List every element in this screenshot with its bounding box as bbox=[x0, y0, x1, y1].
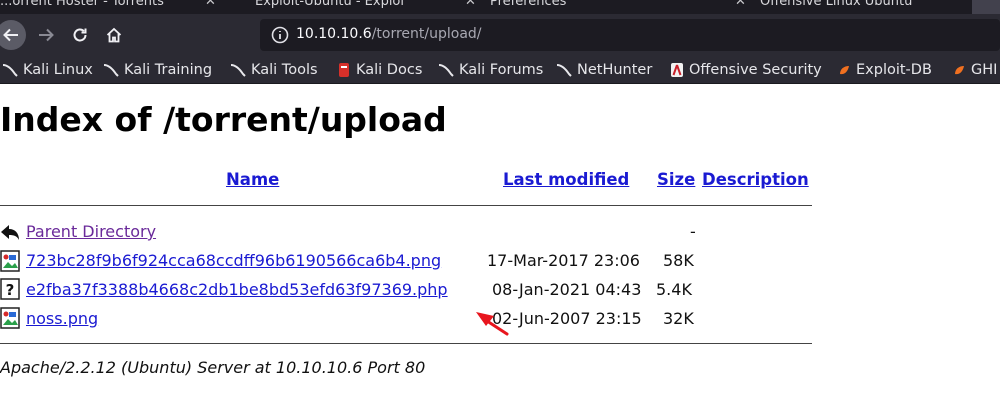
info-icon[interactable] bbox=[270, 25, 290, 45]
close-icon[interactable]: ✕ bbox=[735, 0, 746, 9]
back-arrow-icon bbox=[3, 28, 18, 42]
home-icon bbox=[106, 27, 122, 43]
bookmark-label: Kali Training bbox=[124, 62, 213, 78]
parent-directory-link[interactable]: Parent Directory bbox=[26, 222, 156, 241]
bookmark-kali-training[interactable]: Kali Training bbox=[103, 61, 212, 79]
navigation-toolbar: 10.10.10.6/torrent/upload/ bbox=[0, 14, 1000, 56]
forward-arrow-icon bbox=[39, 28, 54, 42]
tab-label: ...orrent Hoster - Torrents bbox=[0, 0, 164, 9]
bookmark-label: Kali Tools bbox=[251, 62, 318, 78]
address-bar[interactable]: 10.10.10.6/torrent/upload/ bbox=[260, 19, 1000, 51]
tab-label: Exploit-Ubuntu - Exploi bbox=[255, 0, 404, 9]
image-file-icon bbox=[0, 250, 20, 272]
kali-dragon-icon bbox=[103, 64, 119, 77]
bookmark-kali-tools[interactable]: Kali Tools bbox=[230, 61, 318, 79]
tab-3[interactable]: Preferences bbox=[490, 0, 720, 14]
bookmark-label: GHI bbox=[971, 62, 998, 78]
file-modified: 08-Jan-2021 04:43 bbox=[492, 280, 642, 299]
url-path: /torrent/upload/ bbox=[371, 26, 482, 42]
close-icon[interactable]: ✕ bbox=[205, 0, 216, 9]
file-size: 58K bbox=[663, 251, 694, 270]
tab-2[interactable]: Exploit-Ubuntu - Exploi bbox=[255, 0, 455, 14]
image-file-icon bbox=[0, 307, 20, 329]
tab-4[interactable]: Offensive Linux Ubuntu bbox=[760, 0, 960, 14]
bookmark-label: Kali Docs bbox=[356, 62, 423, 78]
file-modified: 17-Mar-2017 23:06 bbox=[487, 251, 640, 270]
file-modified: 02-Jun-2007 23:15 bbox=[492, 309, 642, 328]
svg-text:?: ? bbox=[6, 281, 15, 299]
reload-button[interactable] bbox=[66, 21, 94, 49]
file-link[interactable]: 723bc28f9b6f924cca68ccdff96b6190566ca6b4… bbox=[26, 251, 441, 270]
bookmarks-toolbar: Kali Linux Kali Training Kali Tools Kali… bbox=[0, 56, 1000, 84]
tab-1[interactable]: ...orrent Hoster - Torrents bbox=[0, 0, 190, 14]
back-button[interactable] bbox=[0, 20, 26, 50]
parent-size: - bbox=[690, 222, 696, 241]
home-button[interactable] bbox=[100, 21, 128, 49]
server-signature: Apache/2.2.12 (Ubuntu) Server at 10.10.1… bbox=[0, 358, 426, 377]
bookmark-label: Offensive Security bbox=[689, 62, 822, 78]
column-header-last-modified[interactable]: Last modified bbox=[503, 170, 629, 189]
bookmark-ghdb[interactable]: GHI bbox=[952, 61, 997, 79]
bookmark-label: Kali Linux bbox=[23, 62, 93, 78]
column-header-description[interactable]: Description bbox=[702, 170, 809, 189]
file-link[interactable]: e2fba37f3388b4668c2db1be8bd53efd63f97369… bbox=[26, 280, 448, 299]
file-size: 32K bbox=[663, 309, 694, 328]
footer-divider bbox=[0, 343, 812, 344]
file-link[interactable]: noss.png bbox=[26, 309, 98, 328]
kali-dragon-icon bbox=[556, 64, 572, 77]
kali-dragon-icon bbox=[2, 64, 18, 77]
unknown-file-icon: ? bbox=[0, 278, 20, 300]
bookmark-label: NetHunter bbox=[577, 62, 653, 78]
url-text[interactable]: 10.10.10.6/torrent/upload/ bbox=[296, 26, 482, 42]
close-icon[interactable]: ✕ bbox=[465, 0, 476, 9]
kali-dragon-icon bbox=[438, 64, 454, 77]
bookmark-kali-forums[interactable]: Kali Forums bbox=[438, 61, 543, 79]
kali-dragon-icon bbox=[230, 64, 246, 77]
tab-active-edge[interactable] bbox=[972, 0, 1000, 14]
back-arrow-icon bbox=[1, 225, 19, 240]
url-host: 10.10.10.6 bbox=[296, 26, 372, 42]
tab-label: Preferences bbox=[490, 0, 567, 9]
tab-strip: ...orrent Hoster - Torrents ✕ Exploit-Ub… bbox=[0, 0, 1000, 14]
column-header-size[interactable]: Size bbox=[657, 170, 695, 189]
forward-button[interactable] bbox=[32, 21, 60, 49]
tab-label: Offensive Linux Ubuntu bbox=[760, 0, 913, 9]
page-title: Index of /torrent/upload bbox=[0, 100, 447, 139]
bookmark-nethunter[interactable]: NetHunter bbox=[556, 61, 652, 79]
bookmark-offensive-security[interactable]: Offensive Security bbox=[670, 61, 822, 79]
reload-icon bbox=[73, 28, 87, 42]
exploit-db-icon bbox=[840, 66, 849, 75]
bookmark-label: Exploit-DB bbox=[856, 62, 932, 78]
column-header-name[interactable]: Name bbox=[226, 170, 279, 189]
header-divider bbox=[0, 205, 812, 206]
bookmark-label: Kali Forums bbox=[459, 62, 544, 78]
bookmark-kali-docs[interactable]: Kali Docs bbox=[337, 61, 422, 79]
bookmark-kali-linux[interactable]: Kali Linux bbox=[2, 61, 93, 79]
bookmark-exploit-db[interactable]: Exploit-DB bbox=[837, 61, 932, 79]
file-size: 5.4K bbox=[656, 280, 692, 299]
exploit-db-icon bbox=[955, 66, 964, 75]
kali-docs-icon bbox=[339, 63, 349, 77]
offsec-icon bbox=[671, 63, 683, 77]
